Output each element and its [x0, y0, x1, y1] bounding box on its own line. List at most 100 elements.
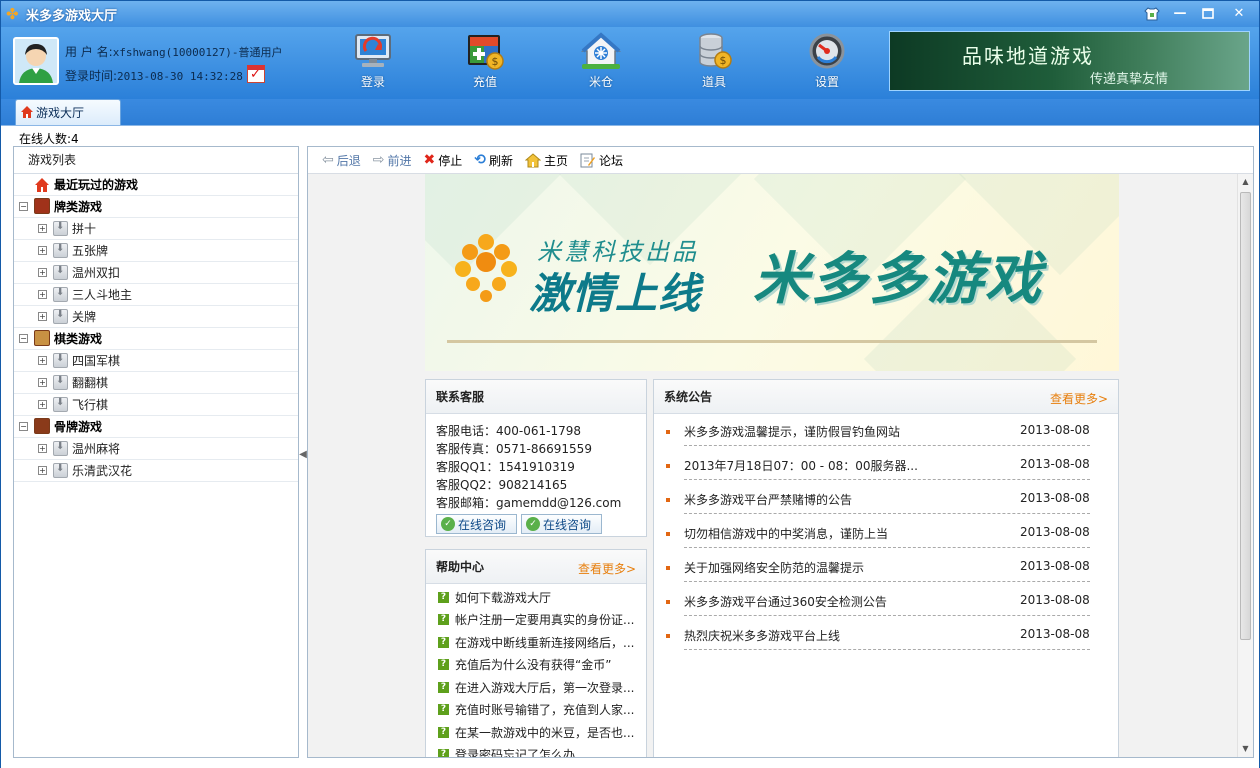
help-item[interactable]: ? 帐户注册一定要用真实的身份证...: [426, 609, 646, 632]
collapse-icon[interactable]: −: [19, 422, 28, 431]
nav-props-button[interactable]: $ 道具: [674, 29, 754, 95]
nav-settings-button[interactable]: 设置: [787, 29, 867, 95]
game-label: 五张牌: [72, 244, 109, 258]
download-icon: [53, 309, 68, 324]
expand-icon[interactable]: +: [38, 466, 47, 475]
checkin-calendar-icon[interactable]: [247, 65, 265, 83]
help-item[interactable]: ? 在游戏中断线重新连接网络后，...: [426, 631, 646, 654]
game-item[interactable]: + 温州双扣: [14, 262, 298, 284]
cs-qq1: 客服QQ1：1541910319: [436, 460, 575, 474]
announcement-row[interactable]: 关于加强网络安全防范的温馨提示 2013-08-08: [654, 554, 1118, 588]
expand-icon[interactable]: +: [38, 356, 47, 365]
announcement-text: 米多多游戏温馨提示，谨防假冒钓鱼网站: [684, 425, 901, 439]
help-item-label: 登录密码忘记了怎么办: [455, 748, 576, 757]
warehouse-house-icon: [581, 32, 621, 69]
nav-recharge-button[interactable]: $ 充值: [445, 29, 525, 95]
expand-icon[interactable]: +: [38, 246, 47, 255]
bullet-icon: [666, 566, 670, 570]
announcement-row[interactable]: 热烈庆祝米多多游戏平台上线 2013-08-08: [654, 622, 1118, 656]
recent-games-item[interactable]: 最近玩过的游戏: [14, 174, 298, 196]
main-area: 在线人数:4 游戏列表 最近玩过的游戏 − 牌类游戏 + 拼十: [1, 125, 1259, 768]
cs-phone: 客服电话：400-061-1798: [436, 424, 582, 438]
online-consult-button[interactable]: ✓ 在线咨询: [521, 514, 602, 534]
announcement-more-link[interactable]: 查看更多>: [1050, 390, 1108, 407]
avatar[interactable]: [13, 37, 59, 85]
expand-icon[interactable]: +: [38, 224, 47, 233]
download-icon: [53, 463, 68, 478]
game-item[interactable]: + 飞行棋: [14, 394, 298, 416]
online-consult-button[interactable]: ✓ 在线咨询: [436, 514, 517, 534]
announcement-row[interactable]: 切勿相信游戏中的中奖消息，谨防上当 2013-08-08: [654, 520, 1118, 554]
announcement-date: 2013-08-08: [1020, 525, 1090, 539]
collapse-icon[interactable]: −: [19, 202, 28, 211]
home-icon: [525, 152, 541, 167]
expand-icon[interactable]: +: [38, 444, 47, 453]
homepage-button[interactable]: 主页: [525, 152, 568, 169]
game-item[interactable]: + 三人斗地主: [14, 284, 298, 306]
category-domino-games[interactable]: − 骨牌游戏: [14, 416, 298, 438]
help-item[interactable]: ? 登录密码忘记了怎么办: [426, 744, 646, 757]
scroll-up-icon[interactable]: ▲: [1238, 174, 1253, 190]
help-item[interactable]: ? 如何下载游戏大厅: [426, 586, 646, 609]
category-chess-games[interactable]: − 棋类游戏: [14, 328, 298, 350]
game-item[interactable]: + 五张牌: [14, 240, 298, 262]
expand-icon[interactable]: +: [38, 378, 47, 387]
username-value: xfshwang(10000127)-普通用户: [112, 46, 283, 59]
nav-warehouse-button[interactable]: 米仓: [561, 29, 641, 95]
hero-headline-1: 激情上线: [529, 269, 702, 318]
collapse-left-icon[interactable]: ◀: [299, 444, 307, 466]
scroll-down-icon[interactable]: ▼: [1238, 741, 1253, 757]
maximize-button[interactable]: [1195, 3, 1221, 24]
collapse-icon[interactable]: −: [19, 334, 28, 343]
forward-arrow-icon: ⇨: [372, 152, 385, 168]
announcement-text: 切勿相信游戏中的中奖消息，谨防上当: [684, 527, 889, 541]
nav-login-button[interactable]: 登录: [333, 29, 413, 95]
help-center-header: 帮助中心 查看更多>: [426, 550, 646, 584]
bullet-icon: [666, 600, 670, 604]
announcement-row[interactable]: 米多多游戏温馨提示，谨防假冒钓鱼网站 2013-08-08: [654, 418, 1118, 452]
game-item[interactable]: + 温州麻将: [14, 438, 298, 460]
refresh-button[interactable]: ⟲ 刷新: [474, 152, 513, 169]
tab-game-hall[interactable]: 游戏大厅: [15, 99, 121, 125]
hero-banner[interactable]: 米慧科技出品 激情上线 米多多游戏: [425, 174, 1119, 371]
game-item[interactable]: + 翻翻棋: [14, 372, 298, 394]
game-item[interactable]: + 关牌: [14, 306, 298, 328]
help-item[interactable]: ? 在某一款游戏中的米豆，是否也...: [426, 721, 646, 744]
announcement-row[interactable]: 米多多游戏平台严禁赌博的公告 2013-08-08: [654, 486, 1118, 520]
game-item[interactable]: + 乐清武汉花: [14, 460, 298, 482]
game-list-panel: 游戏列表 最近玩过的游戏 − 牌类游戏 + 拼十 +: [13, 146, 299, 758]
slogan-banner[interactable]: 品味地道游戏 传递真挚友情: [889, 31, 1250, 91]
settings-gauge-icon: [809, 33, 845, 69]
help-item-label: 帐户注册一定要用真实的身份证...: [455, 613, 635, 628]
help-item[interactable]: ? 在进入游戏大厅后，第一次登录...: [426, 676, 646, 699]
expand-icon[interactable]: +: [38, 290, 47, 299]
consult-icon: ✓: [441, 517, 455, 531]
category-card-games[interactable]: − 牌类游戏: [14, 196, 298, 218]
skin-icon[interactable]: [1139, 3, 1165, 24]
stop-button[interactable]: ✖ 停止: [424, 152, 463, 169]
forum-button[interactable]: 论坛: [580, 152, 623, 169]
announcement-text: 米多多游戏平台严禁赌博的公告: [684, 493, 853, 507]
help-item[interactable]: ? 充值时账号输错了，充值到人家...: [426, 699, 646, 722]
announcement-row[interactable]: 2013年7月18日07：00 - 08：00服务器... 2013-08-08: [654, 452, 1118, 486]
expand-icon[interactable]: +: [38, 312, 47, 321]
expand-icon[interactable]: +: [38, 400, 47, 409]
customer-service-box: 联系客服 客服电话：400-061-1798 客服传真：0571-8669155…: [425, 379, 647, 537]
vertical-scrollbar[interactable]: ▲ ▼: [1237, 174, 1253, 757]
back-button[interactable]: ⇦ 后退: [322, 152, 361, 169]
expand-icon[interactable]: +: [38, 268, 47, 277]
minimize-button[interactable]: —: [1167, 3, 1193, 24]
help-item[interactable]: ? 充值后为什么没有获得“金币”: [426, 654, 646, 677]
close-button[interactable]: ✕: [1223, 3, 1255, 24]
download-icon: [53, 397, 68, 412]
question-icon: ?: [438, 749, 449, 757]
announcement-date: 2013-08-08: [1020, 593, 1090, 607]
scroll-thumb[interactable]: [1240, 192, 1251, 640]
game-item[interactable]: + 四国军棋: [14, 350, 298, 372]
help-more-link[interactable]: 查看更多>: [578, 560, 636, 577]
game-item[interactable]: + 拼十: [14, 218, 298, 240]
forward-button[interactable]: ⇨ 前进: [373, 152, 412, 169]
question-icon: ?: [438, 614, 449, 626]
title-bar[interactable]: ✤ 米多多游戏大厅 — ✕: [1, 1, 1259, 27]
announcement-row[interactable]: 米多多游戏平台通过360安全检测公告 2013-08-08: [654, 588, 1118, 622]
